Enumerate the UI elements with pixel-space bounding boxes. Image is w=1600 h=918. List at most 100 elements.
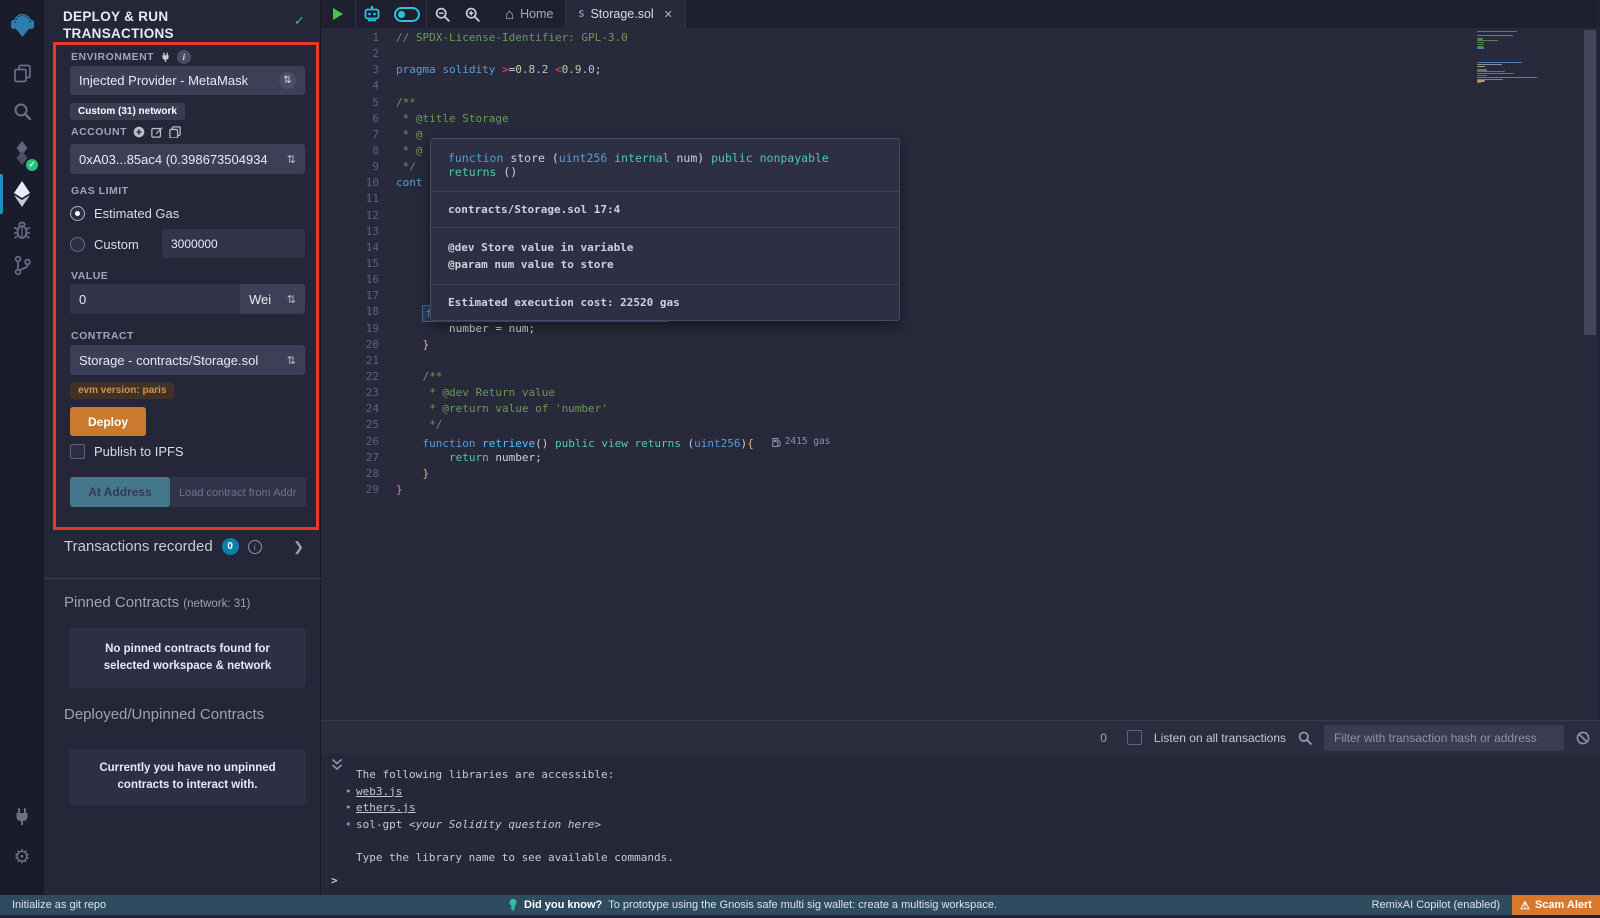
transactions-info-icon[interactable]: i — [248, 540, 262, 554]
custom-gas-field — [162, 229, 305, 258]
at-address-input[interactable] — [179, 485, 297, 499]
zoom-in-icon[interactable] — [457, 0, 487, 28]
scrollbar-thumb[interactable] — [1584, 30, 1596, 335]
line-number: 2 — [321, 46, 379, 62]
pinned-contracts-heading: Pinned Contracts (network: 31) — [64, 594, 250, 611]
terminal-prompt[interactable]: > — [331, 874, 338, 887]
environment-select[interactable]: Injected Provider - MetaMask ⇅ — [70, 66, 305, 95]
line-number: 28 — [321, 466, 379, 482]
copy-address-icon[interactable] — [169, 126, 181, 138]
scam-alert-button[interactable]: ⚠ Scam Alert — [1512, 895, 1600, 915]
run-script-icon[interactable] — [321, 0, 355, 28]
debugger-icon[interactable] — [0, 218, 44, 244]
publish-ipfs-checkbox[interactable] — [70, 444, 85, 459]
transactions-count-badge: 0 — [222, 538, 239, 555]
code-line: } — [396, 337, 830, 353]
tooltip-docs: @dev Store value in variable@param num v… — [431, 228, 899, 285]
line-number: 29 — [321, 482, 379, 498]
terminal-expand-icon[interactable] — [331, 758, 343, 771]
line-number: 1 — [321, 30, 379, 46]
line-number: 8 — [321, 143, 379, 159]
solidity-compiler-icon[interactable]: ✓ — [0, 138, 44, 168]
select-arrows-icon: ⇅ — [279, 72, 296, 89]
tooltip-location: contracts/Storage.sol 17:4 — [431, 192, 899, 228]
listen-all-transactions-label: Listen on all transactions — [1154, 731, 1286, 745]
did-you-know-tip: Did you know? To prototype using the Gno… — [508, 895, 997, 915]
deploy-button[interactable]: Deploy — [70, 407, 146, 436]
gas-limit-label: GAS LIMIT — [71, 185, 129, 197]
line-number: 12 — [321, 208, 379, 224]
pinned-contracts-empty-state: No pinned contracts found for selected w… — [69, 628, 306, 688]
terminal-line — [356, 833, 674, 850]
transactions-recorded-row: Transactions recorded 0 i ❯ — [64, 538, 304, 555]
clear-console-icon[interactable] — [1576, 731, 1590, 745]
file-explorer-icon[interactable] — [0, 60, 44, 86]
value-input[interactable] — [79, 292, 231, 307]
sign-message-icon[interactable] — [151, 126, 163, 138]
at-address-button[interactable]: At Address — [70, 477, 170, 507]
settings-icon[interactable]: ⚙ — [0, 844, 44, 870]
line-number: 14 — [321, 240, 379, 256]
code-line: pragma solidity >=0.8.2 <0.9.0; — [396, 62, 830, 78]
code-line: * @dev Return value — [396, 385, 830, 401]
account-select[interactable]: 0xA03...85ac4 (0.398673504934 ⇅ — [70, 144, 305, 174]
terminal-line: ethers.js — [356, 800, 674, 817]
tab-home[interactable]: ⌂ Home — [493, 0, 565, 28]
code-line: * @return value of 'number' — [396, 401, 830, 417]
code-editor[interactable]: 1234567891011121314151617181920212223242… — [321, 28, 1597, 720]
deploy-run-panel: DEPLOY & RUN TRANSACTIONS ✓ ❯ ◫ ENVIRONM… — [44, 0, 321, 895]
code-line: } — [396, 466, 830, 482]
copilot-toggle[interactable] — [388, 0, 426, 28]
terminal-link[interactable]: ethers.js — [356, 801, 416, 814]
estimated-gas-option: Estimated Gas — [70, 206, 179, 221]
panel-title: DEPLOY & RUN TRANSACTIONS — [63, 8, 233, 42]
line-number: 5 — [321, 95, 379, 111]
listen-all-transactions-checkbox[interactable] — [1127, 730, 1142, 745]
line-number: 15 — [321, 256, 379, 272]
warning-icon: ⚠ — [1520, 899, 1530, 912]
value-unit-select[interactable]: Wei ⇅ — [240, 284, 305, 314]
transactions-expand-icon[interactable]: ❯ — [293, 539, 304, 555]
solidity-file-icon: S — [578, 9, 584, 20]
git-icon[interactable] — [0, 252, 44, 278]
deployed-contracts-heading: Deployed/Unpinned Contracts — [64, 706, 264, 723]
zoom-out-icon[interactable] — [427, 0, 457, 28]
terminal-link[interactable]: web3.js — [356, 785, 402, 798]
code-line: * @title Storage — [396, 111, 830, 127]
vertical-icon-panel: ✓ ⚙ — [0, 0, 44, 895]
terminal-line: sol-gpt <your Solidity question here> — [356, 817, 674, 834]
line-number: 19 — [321, 321, 379, 337]
copilot-status[interactable]: RemixAI Copilot (enabled) — [1372, 895, 1500, 915]
transaction-filter-input[interactable] — [1324, 725, 1564, 751]
line-number: 7 — [321, 127, 379, 143]
custom-gas-radio[interactable] — [70, 237, 85, 252]
code-line: } — [396, 482, 830, 498]
gutter: 1234567891011121314151617181920212223242… — [321, 30, 379, 498]
contract-select[interactable]: Storage - contracts/Storage.sol ⇅ — [70, 345, 305, 375]
account-label: ACCOUNT — [71, 126, 181, 138]
remix-logo-icon[interactable] — [0, 8, 44, 40]
deploy-and-run-icon[interactable] — [0, 178, 44, 210]
tab-storage-sol[interactable]: S Storage.sol ✕ — [565, 0, 685, 28]
line-number: 27 — [321, 450, 379, 466]
code-line: */ — [396, 417, 830, 433]
init-git-repo-button[interactable]: Initialize as git repo — [12, 895, 106, 915]
function-hover-tooltip: function store (uint256 internal num) pu… — [430, 138, 900, 321]
close-tab-icon[interactable]: ✕ — [664, 8, 673, 21]
environment-info-icon[interactable]: i — [177, 50, 191, 64]
terminal-tx-count: 0 — [1100, 731, 1107, 745]
terminal-output[interactable]: The following libraries are accessible:w… — [321, 754, 1600, 895]
tooltip-cost: Estimated execution cost: 22520 gas — [431, 285, 899, 320]
plug-icon[interactable] — [160, 52, 171, 63]
search-icon[interactable] — [0, 98, 44, 124]
custom-gas-input[interactable] — [171, 237, 296, 251]
terminal-search-icon — [1298, 731, 1312, 745]
add-account-icon[interactable] — [133, 126, 145, 138]
minimap[interactable] — [1477, 31, 1541, 84]
remix-ai-icon[interactable] — [356, 0, 388, 28]
plugin-manager-icon[interactable] — [0, 804, 44, 830]
estimated-gas-radio[interactable] — [70, 206, 85, 221]
line-number: 10 — [321, 175, 379, 191]
line-number: 13 — [321, 224, 379, 240]
line-number: 24 — [321, 401, 379, 417]
